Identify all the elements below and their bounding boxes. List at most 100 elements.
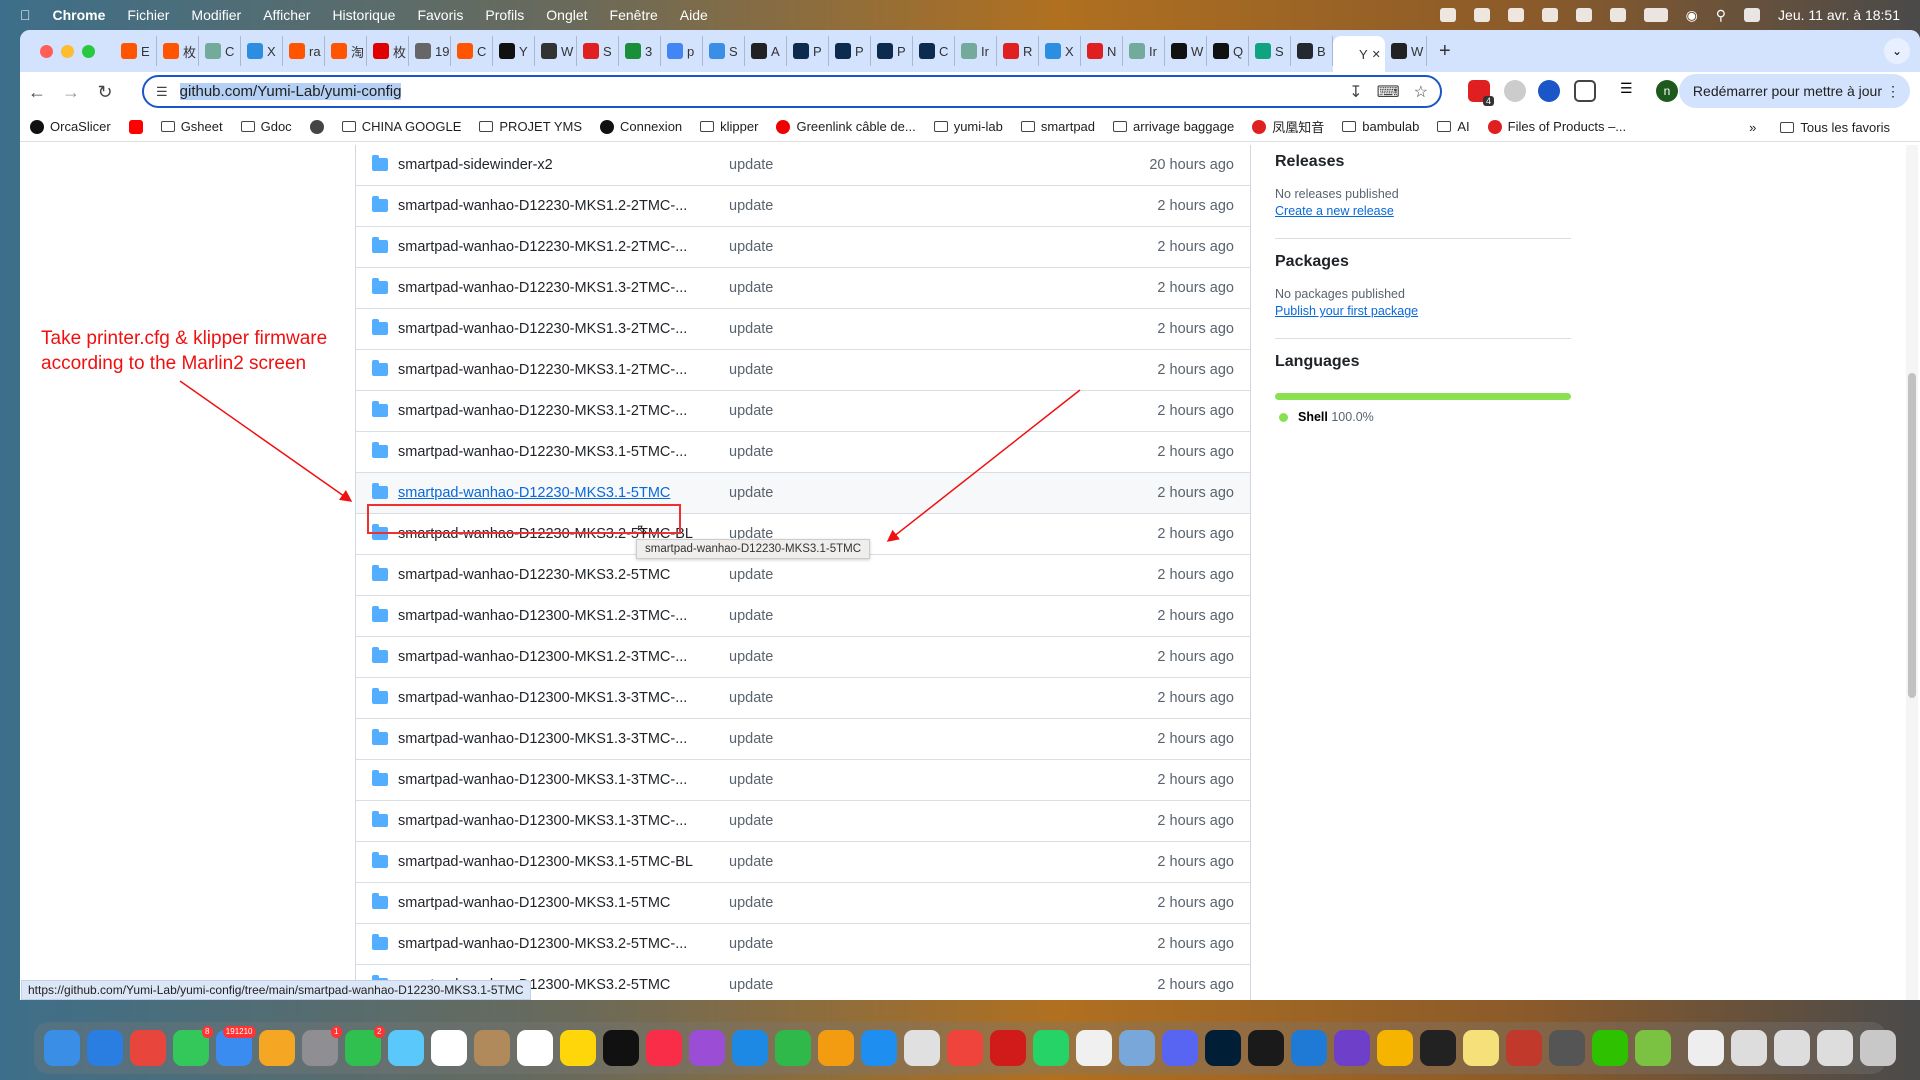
browser-tab[interactable]: P: [829, 36, 871, 66]
file-row[interactable]: smartpad-wanhao-D12300-MKS3.1-5TMC update…: [356, 883, 1250, 924]
menu-item[interactable]: Modifier: [191, 7, 241, 23]
file-row[interactable]: smartpad-wanhao-D12230-MKS1.3-2TMC-... up…: [356, 309, 1250, 350]
file-row[interactable]: smartpad-wanhao-D12230-MKS3.2-5TMC update…: [356, 555, 1250, 596]
menu-app-name[interactable]: Chrome: [53, 7, 106, 23]
create-release-link[interactable]: Create a new release: [1275, 204, 1571, 218]
commit-message-link[interactable]: update: [729, 444, 773, 460]
terminal-icon[interactable]: [1247, 1030, 1284, 1066]
trash-icon[interactable]: [1859, 1030, 1896, 1066]
github-desktop-icon[interactable]: [1333, 1030, 1370, 1066]
file-name-link[interactable]: smartpad-wanhao-D12230-MKS3.1-5TMC: [398, 485, 670, 501]
file-row[interactable]: smartpad-wanhao-D12300-MKS3.1-5TMC-BL upd…: [356, 842, 1250, 883]
podcasts-icon[interactable]: [688, 1030, 725, 1066]
reload-button[interactable]: ↻: [88, 82, 122, 103]
vscode-icon[interactable]: [1290, 1030, 1327, 1066]
control-center-icon[interactable]: [1744, 8, 1761, 22]
browser-tab[interactable]: ra: [283, 36, 325, 66]
file-row[interactable]: smartpad-wanhao-D12300-MKS3.2-5TMC-... up…: [356, 924, 1250, 965]
extensions-puzzle-icon[interactable]: [1574, 80, 1596, 102]
battery-icon[interactable]: [1643, 8, 1668, 22]
menu-item[interactable]: Favoris: [417, 7, 463, 23]
commit-message-link[interactable]: update: [729, 321, 773, 337]
file-row[interactable]: smartpad-wanhao-D12230-MKS3.1-2TMC-... up…: [356, 350, 1250, 391]
bookmark-item[interactable]: OrcaSlicer: [30, 119, 111, 134]
file-name-link[interactable]: smartpad-wanhao-D12230-MKS1.2-2TMC-...: [398, 198, 687, 214]
tab-search-chevron-icon[interactable]: ⌄: [1884, 38, 1910, 64]
browser-tab[interactable]: X: [1039, 36, 1081, 66]
bolt-icon[interactable]: [1541, 8, 1558, 22]
settings-icon[interactable]: 1: [301, 1026, 342, 1066]
file-name-link[interactable]: smartpad-wanhao-D12230-MKS3.1-5TMC-...: [398, 444, 687, 460]
file-name-link[interactable]: smartpad-wanhao-D12230-MKS3.1-2TMC-...: [398, 362, 687, 378]
menu-item[interactable]: Aide: [680, 7, 708, 23]
page-scrollbar[interactable]: [1906, 145, 1918, 1000]
screenshot2-icon[interactable]: [1773, 1030, 1810, 1066]
translate-icon[interactable]: ⌨: [1377, 82, 1400, 102]
menu-clock[interactable]: Jeu. 11 avr. à 18:51: [1778, 7, 1900, 23]
tv-icon[interactable]: [602, 1030, 639, 1066]
bookmark-item[interactable]: PROJET YMS: [479, 119, 582, 134]
new-tab-button[interactable]: +: [1439, 40, 1451, 63]
bookmark-item[interactable]: Gdoc: [240, 119, 292, 134]
apple-icon[interactable]: : [20, 7, 31, 23]
bookmark-item[interactable]: smartpad: [1020, 119, 1095, 134]
music-icon[interactable]: [645, 1030, 682, 1066]
file-name-link[interactable]: smartpad-wanhao-D12300-MKS3.1-3TMC-...: [398, 772, 687, 788]
install-app-icon[interactable]: ↧: [1349, 82, 1362, 102]
reminders-icon[interactable]: [516, 1030, 553, 1066]
file-row[interactable]: smartpad-wanhao-D12300-MKS1.3-3TMC-... up…: [356, 678, 1250, 719]
safari-icon[interactable]: [86, 1030, 123, 1066]
commit-message-link[interactable]: update: [729, 403, 773, 419]
bookmark-item[interactable]: [128, 119, 143, 134]
more-bookmarks-button[interactable]: »: [1749, 120, 1756, 135]
publish-package-link[interactable]: Publish your first package: [1275, 304, 1571, 318]
browser-tab[interactable]: 淘: [325, 36, 367, 66]
file-row[interactable]: smartpad-wanhao-D12230-MKS1.3-2TMC-... up…: [356, 268, 1250, 309]
menu-item[interactable]: Fenêtre: [610, 7, 658, 23]
zoom-window-button[interactable]: [82, 44, 95, 58]
browser-tab[interactable]: 3: [619, 36, 661, 66]
keynote-icon[interactable]: [731, 1030, 768, 1066]
site-settings-icon[interactable]: ☰: [156, 84, 168, 100]
play-icon[interactable]: [1609, 8, 1626, 22]
address-bar[interactable]: ☰ github.com/Yumi-Lab/yumi-config ↧ ⌨ ☆: [142, 75, 1442, 108]
url-text[interactable]: github.com/Yumi-Lab/yumi-config: [179, 83, 402, 100]
krita-icon[interactable]: [1505, 1030, 1542, 1066]
commit-message-link[interactable]: update: [729, 690, 773, 706]
browser-tab[interactable]: W: [535, 36, 577, 66]
paper-plane-icon[interactable]: [1548, 1030, 1585, 1066]
commit-message-link[interactable]: update: [729, 485, 773, 501]
contacts-icon[interactable]: [473, 1030, 510, 1066]
browser-tab[interactable]: R: [997, 36, 1039, 66]
commit-message-link[interactable]: update: [729, 280, 773, 296]
browser-tab[interactable]: C: [913, 36, 955, 66]
extension-c-icon[interactable]: [1504, 80, 1526, 102]
browser-tab[interactable]: X: [241, 36, 283, 66]
maps-icon[interactable]: [387, 1030, 424, 1066]
file-row[interactable]: smartpad-wanhao-D12300-MKS1.3-3TMC-... up…: [356, 719, 1250, 760]
browser-tab[interactable]: Y: [493, 36, 535, 66]
commit-message-link[interactable]: update: [729, 895, 773, 911]
browser-tab[interactable]: P: [871, 36, 913, 66]
commit-message-link[interactable]: update: [729, 936, 773, 952]
browser-tab[interactable]: N: [1081, 36, 1123, 66]
pages-icon[interactable]: [817, 1030, 854, 1066]
file-row[interactable]: smartpad-wanhao-D12230-MKS1.2-2TMC-... up…: [356, 186, 1250, 227]
bookmark-star-icon[interactable]: ☆: [1414, 82, 1428, 102]
screenshot3-icon[interactable]: [1816, 1030, 1853, 1066]
file-row[interactable]: smartpad-wanhao-D12230-MKS1.2-2TMC-... up…: [356, 227, 1250, 268]
stickies-icon[interactable]: [1462, 1030, 1499, 1066]
back-button[interactable]: ←: [20, 82, 54, 103]
file-name-link[interactable]: smartpad-wanhao-D12300-MKS1.2-3TMC-...: [398, 649, 687, 665]
bookmark-item[interactable]: yumi-lab: [933, 119, 1003, 134]
wechat-icon[interactable]: [1439, 8, 1456, 22]
browser-tab[interactable]: C: [451, 36, 493, 66]
bookmark-item[interactable]: Greenlink câble de...: [776, 119, 916, 134]
photoshop-icon[interactable]: [1204, 1030, 1241, 1066]
file-row[interactable]: smartpad-wanhao-D12230-MKS3.1-2TMC-... up…: [356, 391, 1250, 432]
menu-item[interactable]: Historique: [332, 7, 395, 23]
file-row[interactable]: smartpad-wanhao-D12230-MKS3.1-5TMC-... up…: [356, 432, 1250, 473]
more-menu-icon[interactable]: ⋮: [1886, 74, 1900, 108]
screenshot1-icon[interactable]: [1730, 1030, 1767, 1066]
file-name-link[interactable]: smartpad-wanhao-D12300-MKS1.2-3TMC-...: [398, 608, 687, 624]
